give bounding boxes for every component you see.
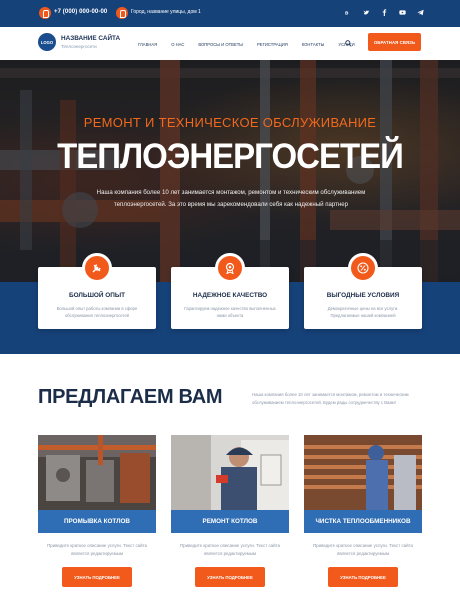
- hero-kicker: РЕМОНТ И ТЕХНИЧЕСКОЕ ОБСЛУЖИВАНИЕ: [83, 115, 377, 130]
- phone-number[interactable]: +7 (000) 000-00-00: [54, 9, 107, 15]
- medal-icon: [215, 253, 245, 283]
- learn-more-button[interactable]: УЗНАТЬ ПОДРОБНЕЕ: [195, 567, 265, 587]
- feature-card: БОЛЬШОЙ ОПЫТ Большой опыт работы компани…: [38, 253, 156, 329]
- hero-title: ТЕПЛОЭНЕРГОСЕТЕЙ: [57, 135, 404, 176]
- feature-card: ВЫГОДНЫЕ УСЛОВИЯ Демократичные цены на в…: [304, 253, 422, 329]
- feature-text: Демократичные цены на все услуги. Предла…: [327, 306, 399, 318]
- phone-icon: [39, 7, 51, 19]
- feature-card: НАДЕЖНОЕ КАЧЕСТВО Гарантируем надежное к…: [171, 253, 289, 329]
- nav-item-about[interactable]: О НАС: [171, 42, 184, 47]
- location-icon: [116, 7, 128, 19]
- service-title[interactable]: ЧИСТКА ТЕПЛООБМЕННИКОВ: [304, 510, 422, 533]
- feature-text: Гарантируем надежное качество выполненны…: [184, 306, 276, 318]
- telegram-icon[interactable]: [417, 9, 424, 16]
- site-header: LOGO НАЗВАНИЕ САЙТА Теплоэнергосети ГЛАВ…: [0, 27, 460, 60]
- feature-title: ВЫГОДНЫЕ УСЛОВИЯ: [326, 292, 400, 299]
- hero-section: РЕМОНТ И ТЕХНИЧЕСКОЕ ОБСЛУЖИВАНИЕ ТЕПЛОЭ…: [0, 60, 460, 282]
- svg-text:в: в: [345, 11, 349, 16]
- feature-text: Большой опыт работы компании в сфере обс…: [56, 306, 138, 318]
- learn-more-button[interactable]: УЗНАТЬ ПОДРОБНЕЕ: [62, 567, 132, 587]
- vk-icon[interactable]: в: [345, 9, 352, 16]
- learn-more-button[interactable]: УЗНАТЬ ПОДРОБНЕЕ: [328, 567, 398, 587]
- feature-title: БОЛЬШОЙ ОПЫТ: [69, 292, 125, 299]
- site-title: НАЗВАНИЕ САЙТА: [61, 35, 121, 42]
- feature-title: НАДЕЖНОЕ КАЧЕСТВО: [192, 292, 268, 299]
- twitter-icon[interactable]: [363, 9, 370, 16]
- service-text: Приведите краткое описание услуги. Текст…: [47, 543, 147, 556]
- facebook-icon[interactable]: [381, 9, 388, 16]
- service-title[interactable]: РЕМОНТ КОТЛОВ: [171, 510, 289, 533]
- youtube-icon[interactable]: [399, 9, 406, 16]
- service-image-boilers[interactable]: [38, 435, 156, 510]
- search-icon[interactable]: [345, 40, 352, 47]
- hero-text: Наша компания более 10 лет занимается мо…: [96, 189, 366, 208]
- service-image-heat-exchangers[interactable]: [304, 435, 422, 510]
- tools-icon: [82, 253, 112, 283]
- percent-icon: [348, 253, 378, 283]
- site-subtitle: Теплоэнергосети: [61, 44, 97, 49]
- nav-item-registration[interactable]: РЕГИСТРАЦИЯ: [257, 42, 288, 47]
- nav-item-home[interactable]: ГЛАВНАЯ: [138, 42, 157, 47]
- service-image-repair[interactable]: [171, 435, 289, 510]
- top-bar: +7 (000) 000-00-00 Город, название улицы…: [0, 0, 460, 27]
- address: Город, название улицы, дом 1: [131, 9, 201, 15]
- logo[interactable]: LOGO: [38, 33, 56, 51]
- callback-button[interactable]: ОБРАТНАЯ СВЯЗЬ: [368, 33, 421, 51]
- nav-item-contacts[interactable]: КОНТАКТЫ: [302, 42, 325, 47]
- nav-item-faq[interactable]: ВОПРОСЫ И ОТВЕТЫ: [198, 42, 243, 47]
- service-text: Приведите краткое описание услуги. Текст…: [180, 543, 280, 556]
- service-title[interactable]: ПРОМЫВКА КОТЛОВ: [38, 510, 156, 533]
- section-text: Наша компания более 10 лет занимается мо…: [252, 392, 409, 405]
- social-links: в: [345, 9, 424, 16]
- section-title: ПРЕДЛАГАЕМ ВАМ: [38, 386, 223, 408]
- main-nav: ГЛАВНАЯ О НАС ВОПРОСЫ И ОТВЕТЫ РЕГИСТРАЦ…: [138, 42, 369, 47]
- service-text: Приведите краткое описание услуги. Текст…: [313, 543, 413, 556]
